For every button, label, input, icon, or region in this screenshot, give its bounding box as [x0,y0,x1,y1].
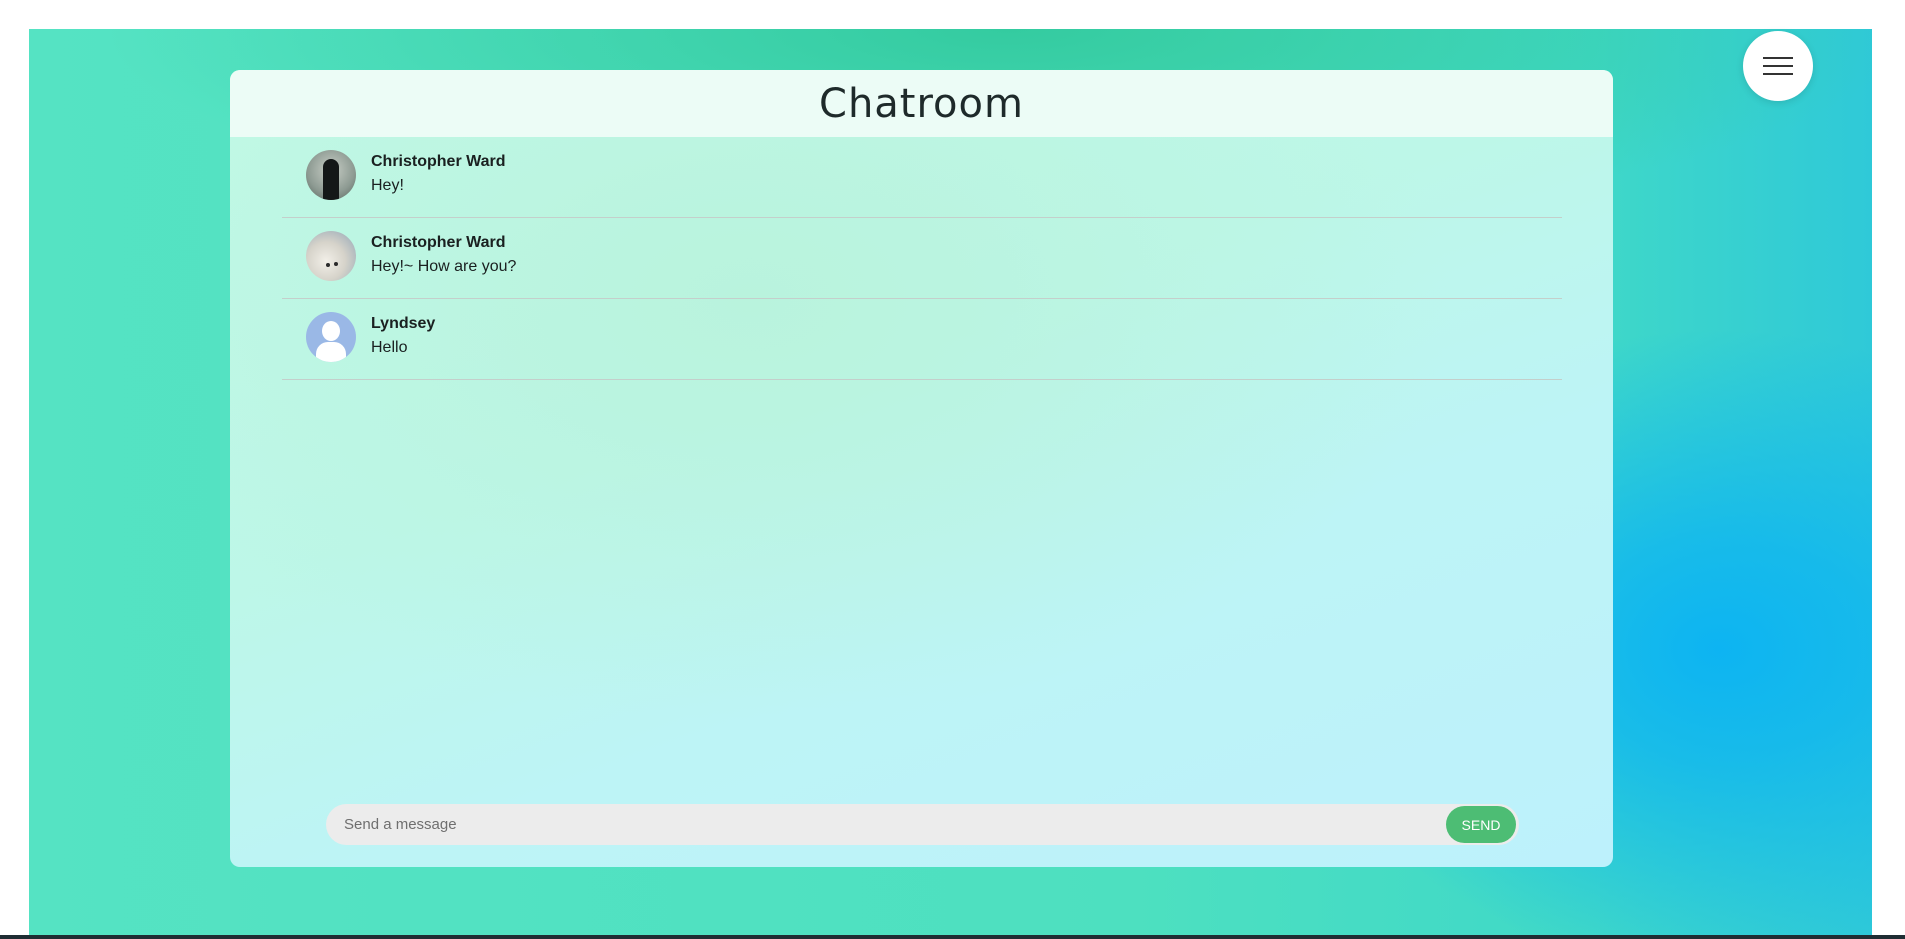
bottom-edge-bar [0,935,1905,939]
message-item: Lyndsey Hello [282,299,1562,380]
message-text: Hello [371,339,408,356]
default-user-icon [306,312,356,362]
message-author: Lyndsey [371,315,436,332]
message-text: Hey! [371,177,404,194]
send-button[interactable]: SEND [1446,806,1516,843]
avatar [306,150,356,200]
message-author: Christopher Ward [371,234,506,251]
chatroom-panel: Chatroom Christopher Ward Hey! Christoph… [230,70,1613,867]
hamburger-menu-icon [1763,57,1793,75]
avatar [306,231,356,281]
message-author: Christopher Ward [371,153,506,170]
message-list: Christopher Ward Hey! Christopher Ward H… [282,137,1562,380]
message-item: Christopher Ward Hey!~ How are you? [282,218,1562,299]
page-title: Chatroom [819,80,1024,127]
chatroom-header: Chatroom [230,70,1613,137]
message-item: Christopher Ward Hey! [282,137,1562,218]
message-input[interactable] [326,804,1476,845]
message-composer: SEND [326,804,1519,845]
menu-button[interactable] [1743,31,1813,101]
message-text: Hey!~ How are you? [371,258,517,275]
